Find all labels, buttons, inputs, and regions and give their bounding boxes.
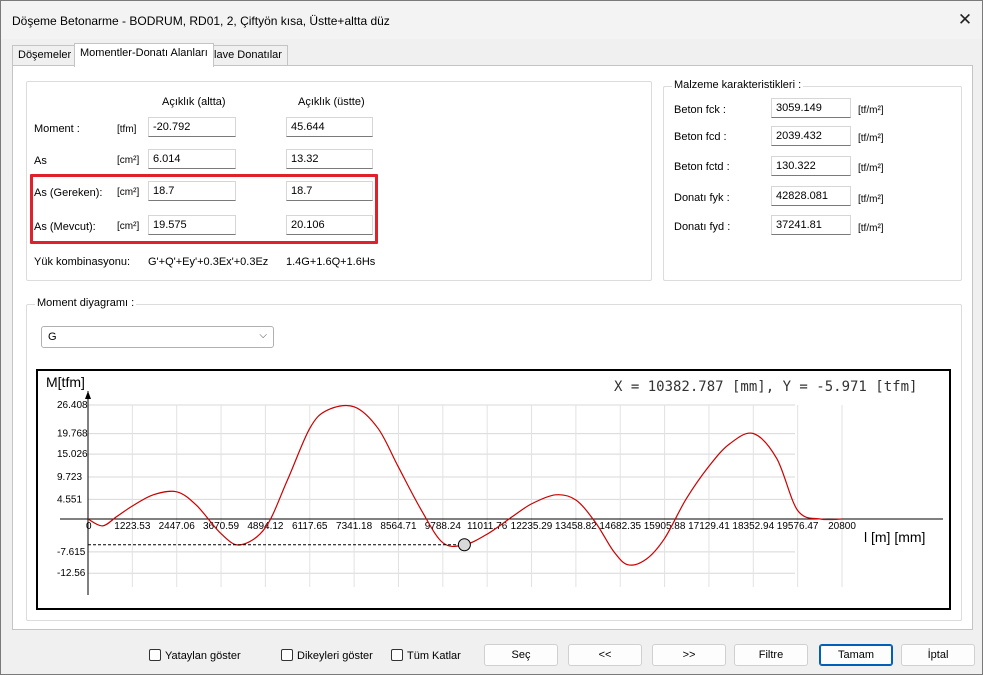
moment-plot[interactable]: 26.408 19.768 15.026 9.723 4.551 -7.615 -12.56… [36, 369, 951, 610]
column-header-top: Açıklık (üstte) [298, 96, 365, 108]
material-unit-fcd: [tf/m²] [858, 133, 884, 144]
y-tick-label: -12.56 [57, 568, 86, 579]
load-combination-top: 1.4G+1.6Q+1.6Hs [286, 256, 376, 268]
as-top-field[interactable]: 13.32 [286, 149, 373, 169]
y-axis-label: M[tfm] [46, 374, 85, 390]
filter-button[interactable]: Filtre [734, 644, 808, 666]
y-tick-label: -7.615 [57, 547, 86, 558]
x-tick-label: 2447.06 [159, 521, 196, 532]
dialog-window: Döşeme Betonarme - BODRUM, RD01, 2, Çift… [0, 0, 983, 675]
y-tick-label: 19.768 [57, 429, 88, 440]
checkbox-box[interactable] [149, 649, 161, 661]
load-combination-label: Yük kombinasyonu: [34, 256, 130, 268]
moment-bottom-field[interactable]: -20.792 [148, 117, 236, 137]
column-header-bottom: Açıklık (altta) [162, 96, 226, 108]
row-label-as: As [34, 155, 47, 167]
x-tick-label: 8564.71 [380, 521, 417, 532]
x-tick-label: 7341.18 [336, 521, 373, 532]
x-tick-label: 15905.88 [644, 521, 686, 532]
all-floors-label: Tüm Katlar [407, 650, 461, 662]
bottom-bar: Yataylan göster Dikeyleri göster Tüm Kat… [1, 637, 982, 675]
load-combination-bottom: G'+Q'+Ey'+0.3Ex'+0.3Ez [148, 256, 269, 268]
title-bar: Döşeme Betonarme - BODRUM, RD01, 2, Çift… [1, 1, 982, 39]
material-unit-fck: [tf/m²] [858, 105, 884, 116]
select-button[interactable]: Seç [484, 644, 558, 666]
checkbox-box[interactable] [391, 649, 403, 661]
highlight-annotation-box [30, 174, 378, 244]
moment-chart-svg[interactable]: 26.408 19.768 15.026 9.723 4.551 -7.615 -12.56… [38, 371, 949, 608]
x-tick-label: 0 [86, 521, 92, 532]
coordinate-readout: X = 10382.787 [mm], Y = -5.971 [tfm] [614, 379, 917, 395]
row-unit-as: [cm²] [117, 155, 140, 166]
y-tick-label: 9.723 [57, 472, 82, 483]
beton-fck-field[interactable]: 3059.149 [771, 98, 851, 118]
material-group: Malzeme karakteristikleri : Beton fck : … [663, 79, 962, 281]
chevron-down-icon: ⌵ [259, 330, 267, 341]
material-unit-fyd: [tf/m²] [858, 223, 884, 234]
material-legend: Malzeme karakteristikleri : [672, 79, 804, 91]
donati-fyk-field[interactable]: 42828.081 [771, 186, 851, 206]
material-label-fctd: Beton fctd : [674, 161, 730, 173]
x-tick-label: 14682.35 [599, 521, 641, 532]
next-button[interactable]: >> [652, 644, 726, 666]
as-bottom-field[interactable]: 6.014 [148, 149, 236, 169]
load-case-dropdown[interactable]: G ⌵ [41, 326, 274, 348]
material-label-fyd: Donatı fyd : [674, 221, 731, 233]
moment-top-field[interactable]: 45.644 [286, 117, 373, 137]
material-unit-fyk: [tf/m²] [858, 194, 884, 205]
x-tick-label: 11011.76 [467, 521, 508, 532]
x-tick-label: 6117.65 [292, 521, 328, 532]
tab-doşemeler[interactable]: Döşemeler [12, 45, 78, 66]
tab-momentler-donati-alanlari[interactable]: Momentler-Donatı Alanları [74, 43, 214, 67]
x-axis-label: l [m] [mm] [864, 529, 925, 545]
show-horizontal-label: Yataylan göster [165, 650, 241, 662]
material-label-fyk: Donatı fyk : [674, 192, 730, 204]
y-axis-arrow [85, 391, 91, 399]
checkbox-box[interactable] [281, 649, 293, 661]
show-vertical-label: Dikeyleri göster [297, 650, 373, 662]
y-tick-label: 15.026 [57, 449, 88, 460]
beton-fctd-field[interactable]: 130.322 [771, 156, 851, 176]
all-floors-checkbox[interactable]: Tüm Katlar [391, 649, 461, 662]
close-icon[interactable]: ✕ [955, 11, 975, 29]
x-tick-label: 12235.29 [511, 521, 553, 532]
ok-button[interactable]: Tamam [819, 644, 893, 666]
tab-ilave-donatilar[interactable]: İlave Donatılar [205, 45, 288, 66]
moment-diagram-legend: Moment diyagramı : [35, 297, 137, 309]
material-label-fck: Beton fck : [674, 104, 726, 116]
window-title: Döşeme Betonarme - BODRUM, RD01, 2, Çift… [12, 14, 390, 28]
show-vertical-checkbox[interactable]: Dikeyleri göster [281, 649, 373, 662]
x-tick-label: 20800 [828, 521, 856, 532]
material-unit-fctd: [tf/m²] [858, 163, 884, 174]
x-tick-label: 1223.53 [114, 521, 151, 532]
x-tick-label: 3670.59 [203, 521, 240, 532]
show-horizontal-checkbox[interactable]: Yataylan göster [149, 649, 241, 662]
moments-group: Açıklık (altta) Açıklık (üstte) Moment :… [26, 81, 652, 281]
y-tick-label: 4.551 [57, 494, 82, 505]
material-label-fcd: Beton fcd : [674, 131, 727, 143]
cancel-button[interactable]: İptal [901, 644, 975, 666]
moment-diagram-group: Moment diyagramı : G ⌵ 26.408 19.768 15.02… [26, 297, 962, 621]
y-tick-label: 26.408 [57, 400, 88, 411]
load-case-value: G [48, 331, 57, 343]
tab-panel-momentler: Açıklık (altta) Açıklık (üstte) Moment :… [12, 65, 973, 630]
donati-fyd-field[interactable]: 37241.81 [771, 215, 851, 235]
x-tick-label: 13458.82 [555, 521, 597, 532]
beton-fcd-field[interactable]: 2039.432 [771, 126, 851, 146]
x-tick-label: 19576.47 [777, 521, 819, 532]
x-tick-label: 17129.41 [688, 521, 730, 532]
previous-button[interactable]: << [568, 644, 642, 666]
x-tick-label: 18352.94 [732, 521, 774, 532]
cursor-marker [457, 538, 471, 552]
row-label-moment: Moment : [34, 123, 80, 135]
row-unit-moment: [tfm] [117, 124, 137, 135]
